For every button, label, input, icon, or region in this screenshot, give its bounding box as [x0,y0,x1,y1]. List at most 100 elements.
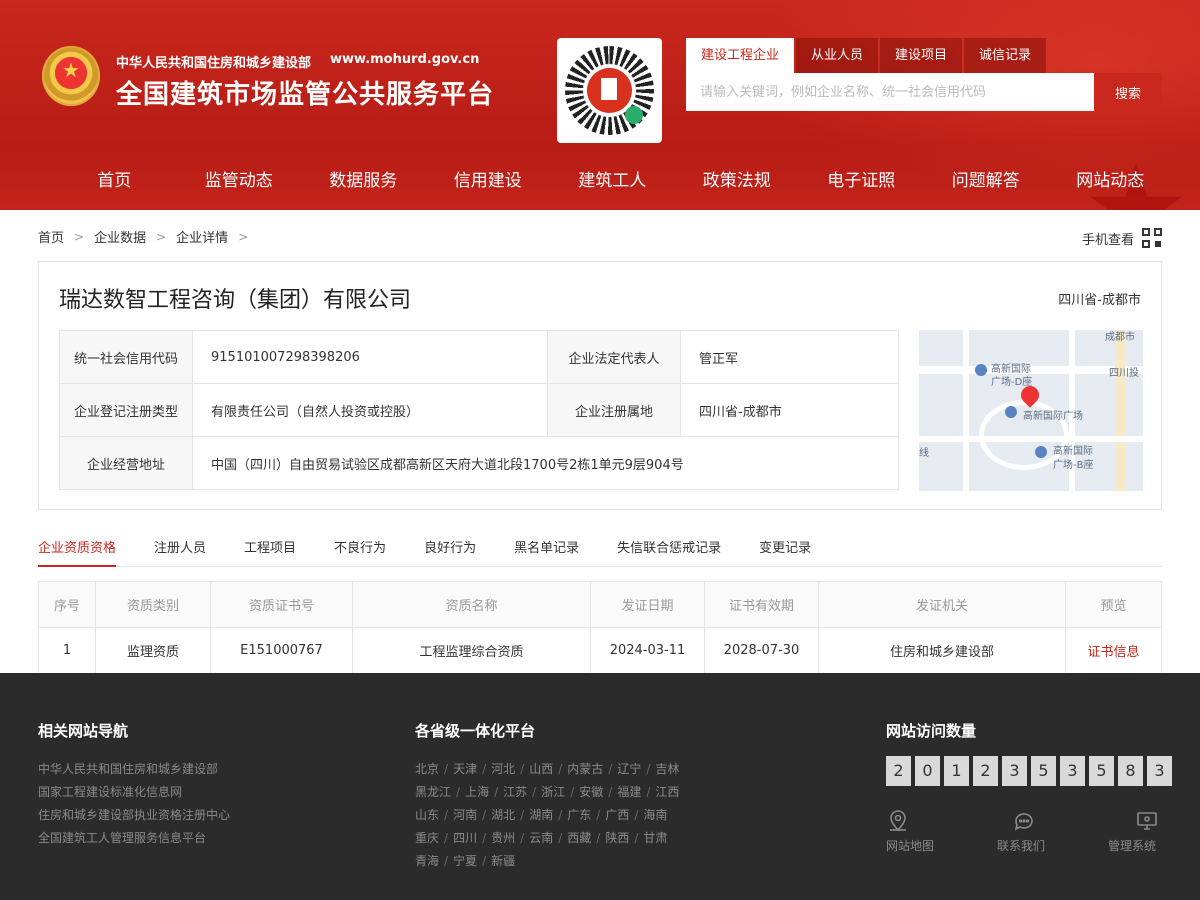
province-link[interactable]: 吉林 [655,762,679,776]
footer-link[interactable]: 国家工程建设标准化信息网 [38,781,230,804]
search-tab-credit[interactable]: 诚信记录 [964,38,1047,73]
footer-link[interactable]: 中华人民共和国住房和城乡建设部 [38,758,230,781]
breadcrumb-enterprise-detail[interactable]: 企业详情 [176,227,228,246]
province-link[interactable]: 浙江 [541,785,565,799]
search-tab-enterprise[interactable]: 建设工程企业 [686,38,795,73]
info-value: 915101007298398206 [192,330,548,384]
main-content: 首页 > 企业数据 > 企业详情 > 手机查看 瑞达数智工程咨询（集团）有限公司… [0,210,1200,674]
site-url: www.mohurd.gov.cn [330,52,480,67]
province-link[interactable]: 青海 [415,854,439,868]
nav-site-news[interactable]: 网站动态 [1048,153,1173,210]
province-link[interactable]: 西藏 [567,831,591,845]
detail-tabs: 企业资质资格 注册人员 工程项目 不良行为 良好行为 黑名单记录 失信联合惩戒记… [38,537,1162,567]
counter-digit: 2 [973,756,998,786]
separator: / [646,785,651,799]
province-link[interactable]: 湖北 [491,808,515,822]
column-header: 发证机关 [818,581,1066,628]
contact-us-label: 联系我们 [997,839,1046,853]
province-link[interactable]: 江西 [655,785,679,799]
search-tab-personnel[interactable]: 从业人员 [796,38,879,73]
province-link[interactable]: 山西 [529,762,553,776]
nav-faq[interactable]: 问题解答 [924,153,1049,210]
separator: / [570,785,575,799]
tab-bad-behavior[interactable]: 不良行为 [334,537,386,567]
admin-system-link[interactable]: 管理系统 [1108,809,1200,854]
contact-us-link[interactable]: 联系我们 [997,809,1108,854]
qr-code-icon [1142,228,1162,248]
province-link[interactable]: 上海 [465,785,489,799]
footer-icons: 网站地图 联系我们 管理系统 [886,809,1200,854]
separator: / [444,808,449,822]
counter-digit: 3 [1002,756,1027,786]
province-link[interactable]: 河南 [453,808,477,822]
chevron-right-icon: > [156,229,167,244]
breadcrumb-home[interactable]: 首页 [38,227,64,246]
tab-qualification[interactable]: 企业资质资格 [38,537,117,567]
nav-data-services[interactable]: 数据服务 [301,153,426,210]
search-tab-projects[interactable]: 建设项目 [880,38,963,73]
footer-link[interactable]: 住房和城乡建设部执业资格注册中心 [38,804,230,827]
info-label: 企业注册属地 [547,383,681,437]
province-link[interactable]: 内蒙古 [567,762,603,776]
province-link[interactable]: 海南 [643,808,667,822]
counter-digit: 5 [1031,756,1056,786]
column-header: 发证日期 [590,581,705,628]
province-link[interactable]: 河北 [491,762,515,776]
province-link[interactable]: 宁夏 [453,854,477,868]
info-value: 中国（四川）自由贸易试验区成都高新区天府大道北段1700号2栋1单元9层904号 [192,436,899,490]
search-button[interactable]: 搜索 [1094,73,1162,111]
search-input[interactable] [686,73,1094,111]
mobile-view-link[interactable]: 手机查看 [1082,228,1162,248]
province-link[interactable]: 广东 [567,808,591,822]
tab-registered-staff[interactable]: 注册人员 [154,537,206,567]
province-link[interactable]: 广西 [605,808,629,822]
site-footer: 相关网站导航 中华人民共和国住房和城乡建设部 国家工程建设标准化信息网 住房和城… [0,673,1200,900]
province-link[interactable]: 陕西 [605,831,629,845]
tab-joint-punishment[interactable]: 失信联合惩戒记录 [617,537,721,567]
province-link[interactable]: 黑龙江 [415,785,451,799]
province-link[interactable]: 新疆 [491,854,515,868]
province-link[interactable]: 贵州 [491,831,515,845]
footer-link[interactable]: 全国建筑工人管理服务信息平台 [38,827,230,850]
province-link[interactable]: 四川 [453,831,477,845]
counter-digit: 5 [1089,756,1114,786]
province-link[interactable]: 云南 [529,831,553,845]
province-link[interactable]: 天津 [453,762,477,776]
nav-home[interactable]: 首页 [52,153,177,210]
nav-workers[interactable]: 建筑工人 [550,153,675,210]
nav-supervision-news[interactable]: 监管动态 [177,153,302,210]
province-link[interactable]: 甘肃 [643,831,667,845]
tab-projects[interactable]: 工程项目 [244,537,296,567]
column-header: 资质类别 [95,581,211,628]
breadcrumb-enterprise-data[interactable]: 企业数据 [94,227,146,246]
search-tabs: 建设工程企业 从业人员 建设项目 诚信记录 [686,38,1047,73]
separator: / [482,854,487,868]
tab-blacklist[interactable]: 黑名单记录 [514,537,579,567]
map-label: 成都市 [1105,332,1135,343]
province-link[interactable]: 湖南 [529,808,553,822]
site-map-link[interactable]: 网站地图 [886,809,997,854]
tab-change-records[interactable]: 变更记录 [759,537,811,567]
province-link[interactable]: 安徽 [579,785,603,799]
province-link[interactable]: 北京 [415,762,439,776]
province-link[interactable]: 福建 [617,785,641,799]
province-link[interactable]: 山东 [415,808,439,822]
province-link[interactable]: 重庆 [415,831,439,845]
column-header: 序号 [38,581,96,628]
counter-digit: 3 [1060,756,1085,786]
mobile-view-label: 手机查看 [1081,232,1134,248]
province-link[interactable]: 江苏 [503,785,527,799]
separator: / [608,762,613,776]
counter-digit: 1 [944,756,969,786]
location-map[interactable]: 成都市 高新国际 广场-D座 四川投 高新国际广场 高新国际 广场-B座 线 [919,330,1143,491]
nav-policy[interactable]: 政策法规 [675,153,800,210]
nav-e-certificates[interactable]: 电子证照 [799,153,924,210]
separator: / [558,831,563,845]
nav-credit[interactable]: 信用建设 [426,153,551,210]
company-name: 瑞达数智工程咨询（集团）有限公司 [59,288,412,313]
certificate-info-link[interactable]: 证书信息 [1065,627,1162,674]
tab-good-behavior[interactable]: 良好行为 [424,537,476,567]
counter-digit: 8 [1118,756,1143,786]
province-link[interactable]: 辽宁 [617,762,641,776]
footer-nav-title: 相关网站导航 [38,722,129,740]
